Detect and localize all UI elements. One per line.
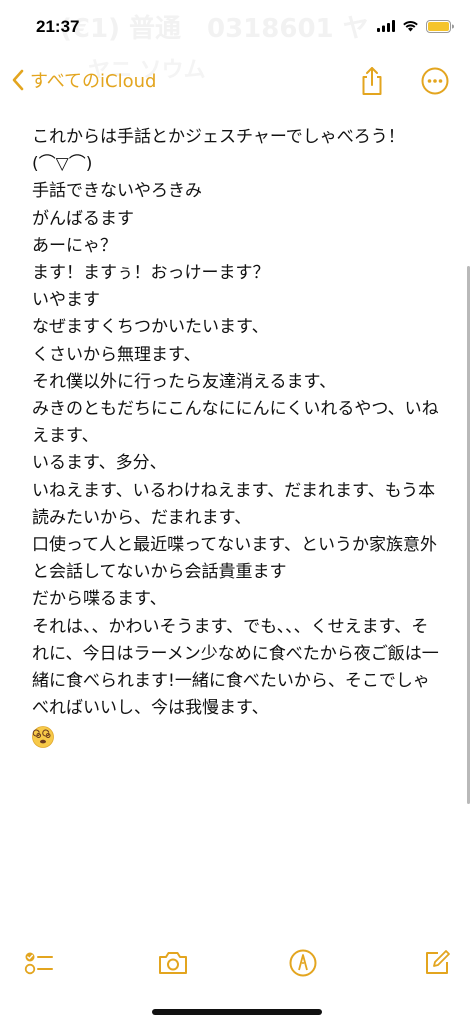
note-line: それは、、かわいそうます、でも、、、くせえます、それに、今日はラーメン少なめに食… [32, 616, 439, 719]
note-body[interactable]: これからは手話とかジェスチャーでしゃべろう！ (⌒▽⌒) 手話できないやろきみ … [32, 124, 442, 758]
share-icon [362, 67, 382, 95]
note-line: なぜますくちつかいたいます、 [32, 317, 269, 338]
face-with-spiral-eyes-emoji-icon [32, 726, 54, 749]
more-icon [421, 67, 449, 95]
home-indicator[interactable] [152, 1009, 322, 1015]
status-bar: (€1) 普通 0318601 ヤ ヤニ ソウム 21:37 [0, 0, 474, 83]
back-label: すべてのiCloud [30, 71, 157, 92]
note-line: それ僕以外に行ったら友達消えるます、 [32, 371, 337, 392]
note-line: いやます [32, 290, 100, 311]
note-line: くさいから無理ます、 [32, 344, 201, 365]
note-line: ます！ますぅ！おっけーます？ [32, 263, 270, 284]
chevron-left-icon [12, 69, 24, 91]
share-button[interactable] [355, 64, 389, 98]
checklist-button[interactable] [22, 946, 56, 980]
nav-bar: すべてのiCloud [0, 56, 474, 106]
note-line: 口使って人と最近喋ってないます、というか家族意外と会話してないから会話貴重ます [32, 535, 437, 583]
back-button[interactable]: すべてのiCloud [10, 64, 156, 96]
cellular-signal-icon [377, 20, 395, 32]
note-line: いるます、多分、 [32, 453, 167, 474]
compose-icon [426, 950, 450, 974]
wifi-icon [403, 21, 418, 32]
note-line: あーにゃ？ [32, 235, 117, 256]
bottom-toolbar [0, 940, 474, 984]
compose-button[interactable] [420, 946, 454, 980]
note-line: みきのともだちにこんなににんにくいれるやつ、いねえます、 [32, 399, 439, 447]
scroll-indicator[interactable] [467, 266, 470, 804]
status-icons [377, 18, 454, 34]
note-line: (⌒▽⌒) [32, 154, 93, 175]
more-button[interactable] [418, 64, 452, 98]
checklist-icon [24, 952, 53, 975]
battery-icon [426, 19, 454, 33]
note-line: これからは手話とかジェスチャーでしゃべろう！ [32, 127, 405, 147]
note-line: がんばるます [32, 208, 134, 229]
note-line: だから喋るます、 [32, 589, 167, 610]
markup-button[interactable] [286, 946, 320, 980]
camera-icon [159, 952, 187, 974]
note-line: 手話できないやろきみ [32, 181, 202, 202]
camera-button[interactable] [156, 946, 190, 980]
note-line: いねえます、いるわけねえます、だまれます、もう本読みたいから、だまれます、 [32, 480, 436, 528]
status-time: 21:37 [36, 17, 80, 36]
markup-pen-icon [289, 949, 317, 977]
